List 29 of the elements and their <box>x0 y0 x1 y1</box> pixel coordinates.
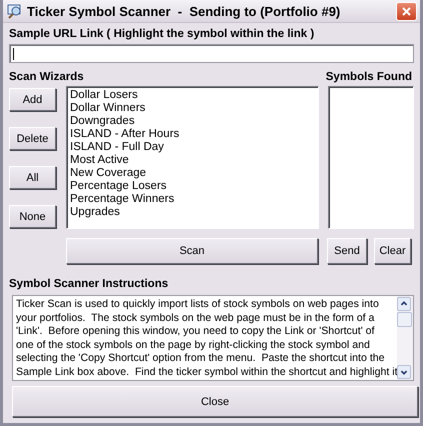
magnifier-icon <box>7 3 23 19</box>
list-item[interactable]: ISLAND - Full Day <box>70 141 315 154</box>
list-item[interactable]: New Coverage <box>70 167 315 180</box>
section-label: Scan Wizards <box>9 71 84 83</box>
list-button[interactable]: Add <box>9 88 56 111</box>
list-item[interactable]: Most Active <box>70 154 315 167</box>
window-title: Ticker Symbol Scanner - Sending to (Portfolio #9) <box>27 4 342 18</box>
scrollbar[interactable] <box>397 296 413 380</box>
list-item[interactable]: Dollar Losers <box>70 89 315 102</box>
close-dialog-button[interactable]: Close <box>12 386 418 417</box>
list-item[interactable]: Downgrades <box>70 115 315 128</box>
url-field[interactable] <box>9 44 414 63</box>
clear-button[interactable]: Clear <box>374 238 411 264</box>
list-button[interactable]: Delete <box>9 127 56 150</box>
list-item[interactable]: Dollar Winners <box>70 102 315 115</box>
list-item[interactable]: ISLAND - After Hours <box>70 128 315 141</box>
list-button[interactable]: None <box>9 205 56 228</box>
close-button[interactable] <box>396 2 417 20</box>
send-button[interactable]: Send <box>327 238 367 264</box>
section-label: Symbol Scanner Instructions <box>9 278 170 290</box>
list-item[interactable]: Upgrades <box>70 206 315 219</box>
list-item[interactable]: Percentage Winners <box>70 193 315 206</box>
scroll-thumb[interactable] <box>397 312 412 327</box>
section-label: Symbols Found <box>326 71 412 83</box>
field-label: Sample URL Link ( Highlight the symbol within the link ) <box>9 28 316 40</box>
list-item[interactable]: Percentage Losers <box>70 180 315 193</box>
list-button[interactable]: All <box>9 166 56 189</box>
scan-button[interactable]: Scan <box>66 238 318 264</box>
close-icon <box>402 6 411 16</box>
